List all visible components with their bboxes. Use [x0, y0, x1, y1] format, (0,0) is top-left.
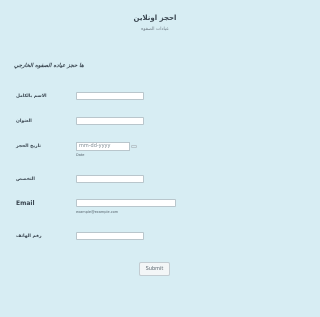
full-name-input[interactable] — [76, 92, 144, 100]
phone-input[interactable] — [76, 232, 144, 240]
form-subtitle: عيادات الصفوه — [141, 27, 169, 32]
email-sublabel: example@example.com — [76, 210, 119, 214]
full-name-label: الاسم بالكامل — [16, 94, 47, 99]
email-label: Email — [16, 200, 35, 207]
phone-label: رقم الهاتف — [16, 234, 42, 239]
form-title: احجز اونلاين — [133, 14, 177, 22]
email-input[interactable] — [76, 199, 176, 207]
date-label: تاريخ الحجز — [16, 144, 41, 149]
address-label: العنوان — [16, 119, 32, 124]
date-sublabel: Date — [76, 153, 85, 157]
specialty-label: التخصص — [16, 177, 35, 182]
date-input[interactable]: mm-dd-yyyy — [76, 142, 130, 151]
specialty-input[interactable] — [76, 175, 144, 183]
submit-button[interactable]: Submit — [139, 262, 170, 276]
calendar-icon[interactable] — [131, 145, 137, 148]
form-heading: ها حجز عياده الصفوه الخارجي — [14, 63, 84, 69]
address-input[interactable] — [76, 117, 144, 125]
